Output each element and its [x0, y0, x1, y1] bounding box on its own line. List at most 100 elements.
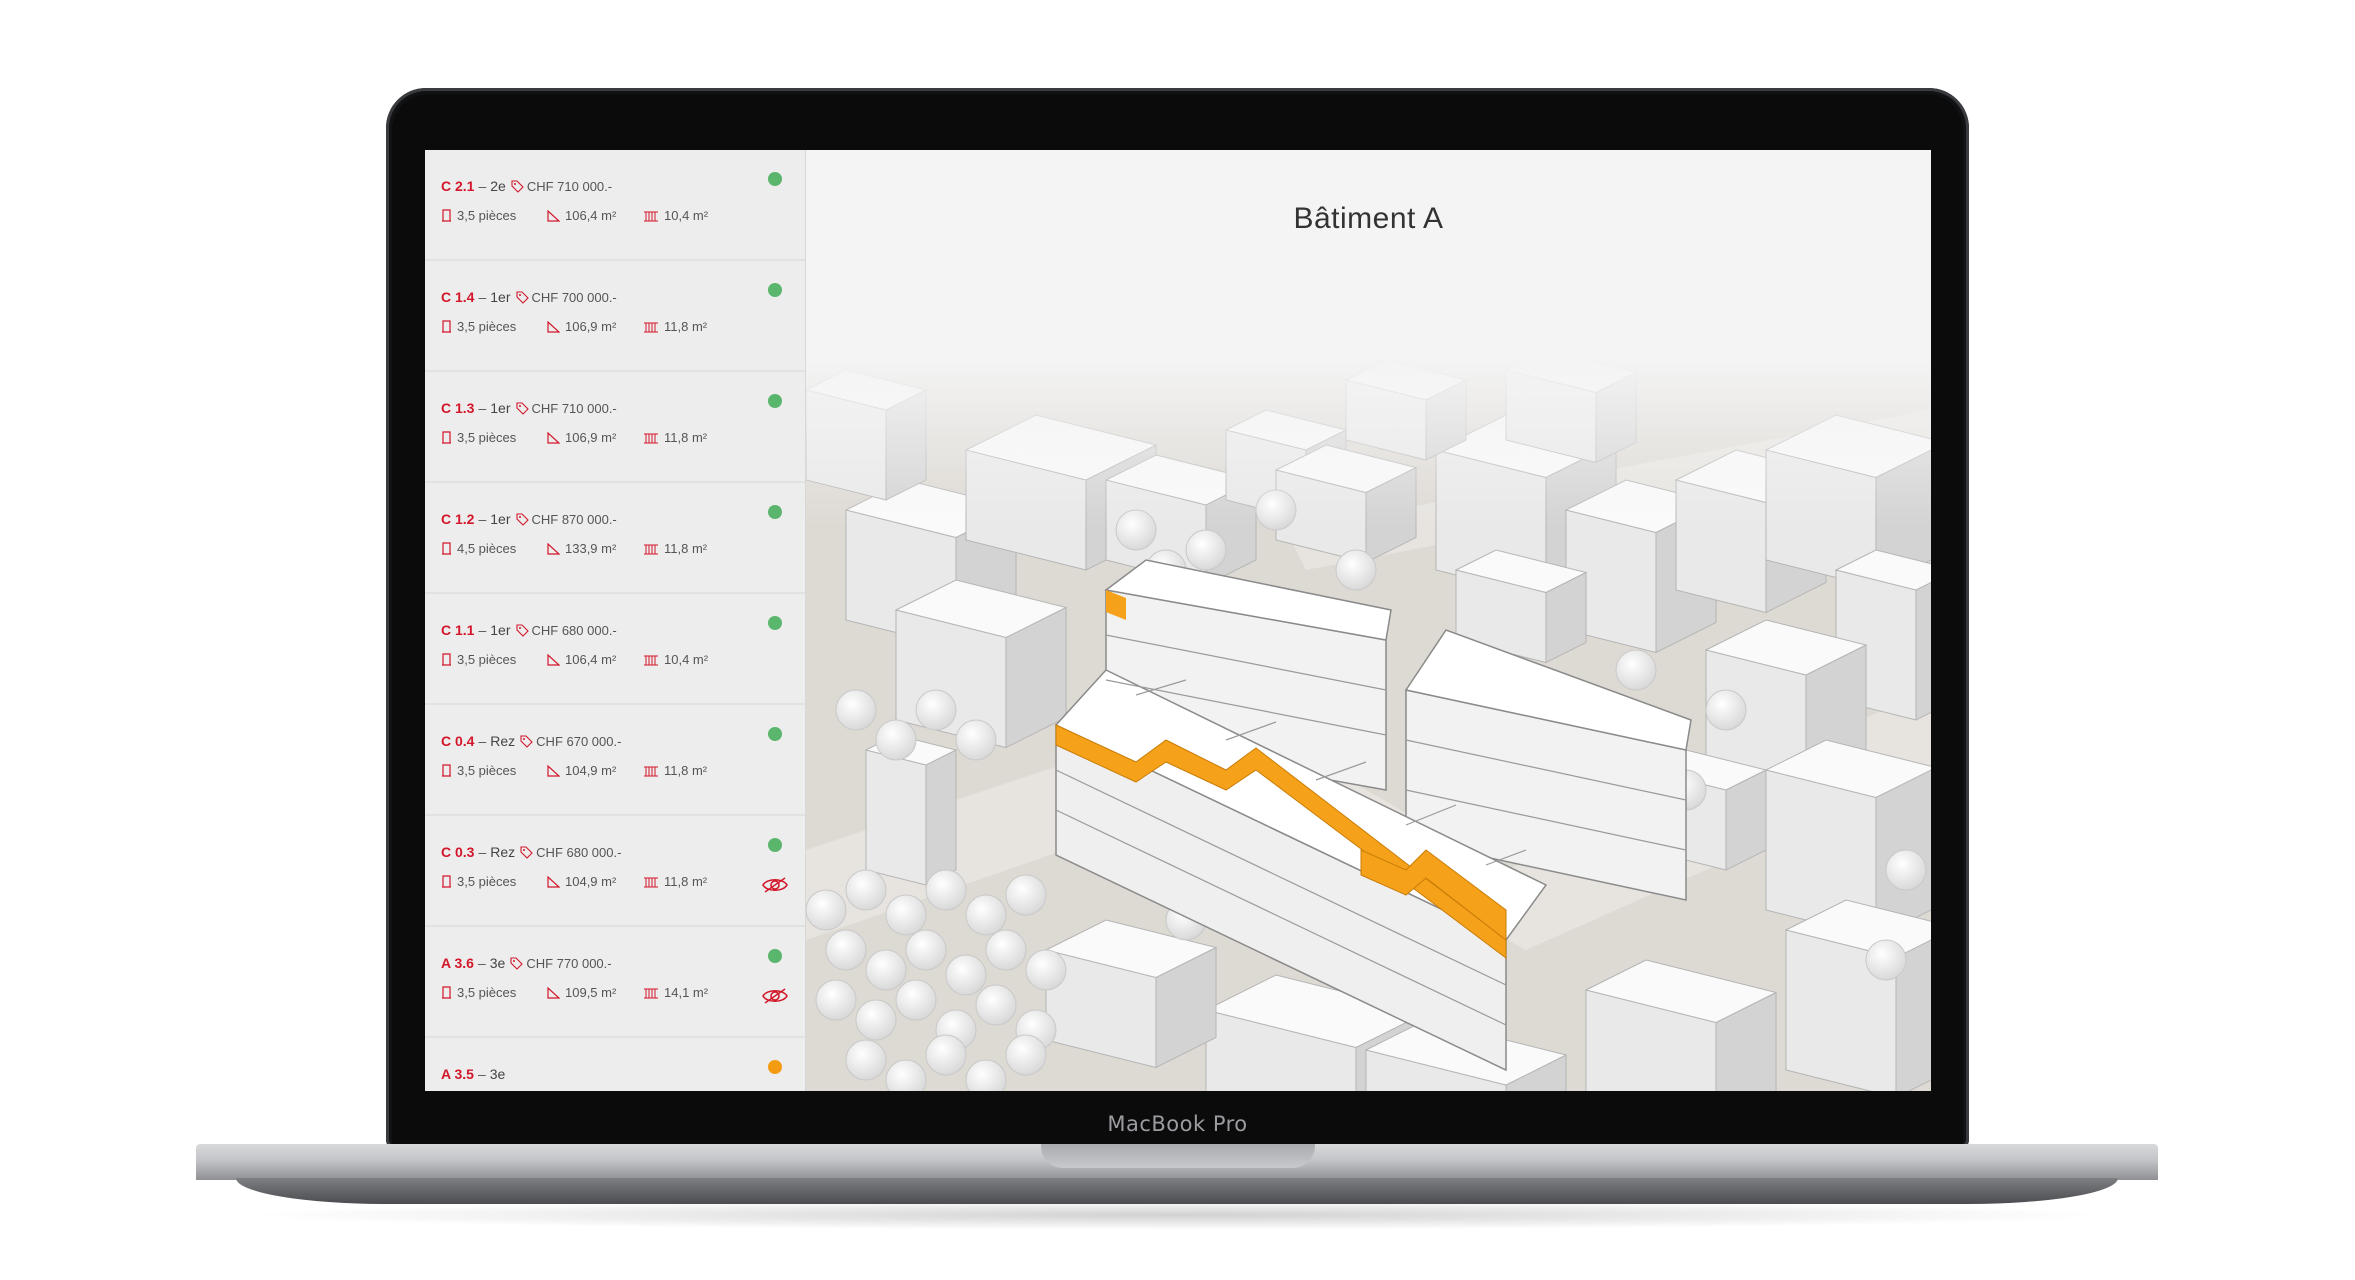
apartment-heading: C 1.3–1er CHF 710 000.- [441, 400, 617, 418]
price-tag-icon [515, 624, 529, 640]
view-3d-eye-icon[interactable] [762, 987, 788, 1010]
apartment-row[interactable]: C 0.4– Rez CHF 670 000.- 3,5 pièces 104,9 m²… [425, 705, 805, 816]
rooms-spec: 3,5 pièces [441, 985, 547, 1000]
unit-id: C 1.1 [441, 622, 475, 638]
unit-floor: 1er [490, 622, 511, 638]
balcony-spec: 10,4 m² [643, 208, 708, 223]
balcony-value: 11,8 m² [664, 541, 708, 556]
balcony-icon [643, 319, 664, 334]
rooms-spec: 3,5 pièces [441, 319, 547, 334]
door-icon [441, 652, 457, 667]
area-value: 106,9 m² [565, 319, 617, 334]
balcony-spec: 11,8 m² [643, 430, 707, 445]
separator: – [478, 733, 487, 749]
balcony-spec: 10,4 m² [643, 652, 708, 667]
laptop-shadow [240, 1200, 2115, 1230]
rooms-value: 3,5 pièces [457, 874, 517, 889]
balcony-value: 10,4 m² [664, 652, 709, 667]
building-map[interactable]: Bâtiment A [806, 150, 1931, 1091]
balcony-value: 11,8 m² [664, 874, 708, 889]
city-model-3d[interactable] [806, 150, 1931, 1091]
area-value: 109,5 m² [565, 985, 617, 1000]
separator: – [477, 955, 486, 971]
status-dot [768, 616, 782, 630]
door-icon [441, 874, 457, 889]
area-icon [547, 430, 565, 445]
area-spec: 133,9 m² [547, 541, 643, 556]
area-value: 106,4 m² [565, 208, 617, 223]
area-icon [547, 208, 565, 223]
unit-price: CHF 700 000.- [531, 290, 617, 305]
apartment-row[interactable]: C 1.4–1er CHF 700 000.- 3,5 pièces 106,9 m²… [425, 261, 805, 372]
apartment-specs: 4,5 pièces 133,9 m² 11,8 m² [441, 541, 707, 556]
rooms-value: 3,5 pièces [457, 319, 517, 334]
price-tag-icon [511, 180, 524, 196]
apartment-row[interactable]: C 1.2–1er CHF 870 000.- 4,5 pièces 133,9 m²… [425, 483, 805, 594]
status-dot [768, 949, 782, 963]
balcony-icon [643, 430, 664, 445]
price-tag-icon [515, 513, 529, 529]
apartment-heading: C 0.3– Rez CHF 680 000.- [441, 844, 621, 862]
status-dot [768, 838, 782, 852]
area-spec: 106,9 m² [547, 319, 643, 334]
unit-price: CHF 680 000.- [536, 845, 622, 860]
balcony-value: 10,4 m² [664, 208, 709, 223]
unit-id: C 0.3 [441, 844, 475, 860]
separator: – [478, 622, 487, 638]
rooms-value: 3,5 pièces [457, 430, 517, 445]
unit-floor: 1er [490, 400, 511, 416]
balcony-spec: 11,8 m² [643, 763, 707, 778]
rooms-spec: 3,5 pièces [441, 763, 547, 778]
unit-price: CHF 770 000.- [526, 956, 612, 971]
area-icon [547, 652, 565, 667]
apartment-row[interactable]: C 0.3– Rez CHF 680 000.- 3,5 pièces 104,9 m²… [425, 816, 805, 927]
rooms-value: 4,5 pièces [457, 541, 517, 556]
unit-price: CHF 710 000.- [526, 179, 613, 194]
apartment-heading: C 0.4– Rez CHF 670 000.- [441, 733, 621, 751]
laptop-notch [1041, 1144, 1315, 1168]
price-tag-icon [510, 957, 524, 973]
apartment-specs: 3,5 pièces 109,5 m² 14,1 m² [441, 985, 708, 1000]
balcony-value: 11,8 m² [664, 430, 708, 445]
unit-id: A 3.6 [441, 955, 474, 971]
door-icon [441, 319, 457, 334]
apartment-row[interactable]: A 3.5–3e [425, 1038, 805, 1091]
area-spec: 104,9 m² [547, 763, 643, 778]
unit-id: A 3.5 [441, 1066, 474, 1082]
price-tag-icon [520, 735, 533, 751]
area-spec: 104,9 m² [547, 874, 643, 889]
apartment-row[interactable]: C 2.1–2e CHF 710 000.- 3,5 pièces 106,4 m² 1… [425, 150, 805, 261]
unit-floor: Rez [490, 733, 516, 749]
balcony-value: 11,8 m² [664, 319, 708, 334]
unit-floor: 1er [490, 289, 511, 305]
balcony-icon [643, 541, 664, 556]
rooms-spec: 3,5 pièces [441, 874, 547, 889]
unit-id: C 1.3 [441, 400, 475, 416]
door-icon [441, 541, 457, 556]
status-dot [768, 394, 782, 408]
balcony-value: 11,8 m² [664, 763, 708, 778]
unit-id: C 1.2 [441, 511, 475, 527]
apartment-row[interactable]: C 1.1–1er CHF 680 000.- 3,5 pièces 106,4 m²… [425, 594, 805, 705]
unit-floor: Rez [490, 844, 516, 860]
separator: – [478, 511, 487, 527]
area-value: 106,4 m² [565, 652, 617, 667]
apartment-list[interactable]: C 2.1–2e CHF 710 000.- 3,5 pièces 106,4 m² 1… [425, 150, 807, 1091]
apartment-row[interactable]: C 1.3–1er CHF 710 000.- 3,5 pièces 106,9 m²… [425, 372, 805, 483]
separator: – [477, 1066, 486, 1082]
apartment-specs: 3,5 pièces 106,4 m² 10,4 m² [441, 208, 708, 223]
separator: – [478, 400, 487, 416]
apartment-row[interactable]: A 3.6–3e CHF 770 000.- 3,5 pièces 109,5 m² 1… [425, 927, 805, 1038]
area-value: 133,9 m² [565, 541, 617, 556]
area-icon [547, 763, 565, 778]
screen: C 2.1–2e CHF 710 000.- 3,5 pièces 106,4 m² 1… [425, 150, 1931, 1091]
apartment-heading: C 1.1–1er CHF 680 000.- [441, 622, 617, 640]
rooms-value: 3,5 pièces [457, 985, 517, 1000]
separator: – [478, 289, 487, 305]
price-tag-icon [520, 846, 533, 862]
area-spec: 106,4 m² [547, 652, 643, 667]
area-icon [547, 985, 565, 1000]
area-icon [547, 874, 565, 889]
unit-floor: 3e [489, 955, 506, 971]
view-3d-eye-icon[interactable] [762, 876, 788, 899]
